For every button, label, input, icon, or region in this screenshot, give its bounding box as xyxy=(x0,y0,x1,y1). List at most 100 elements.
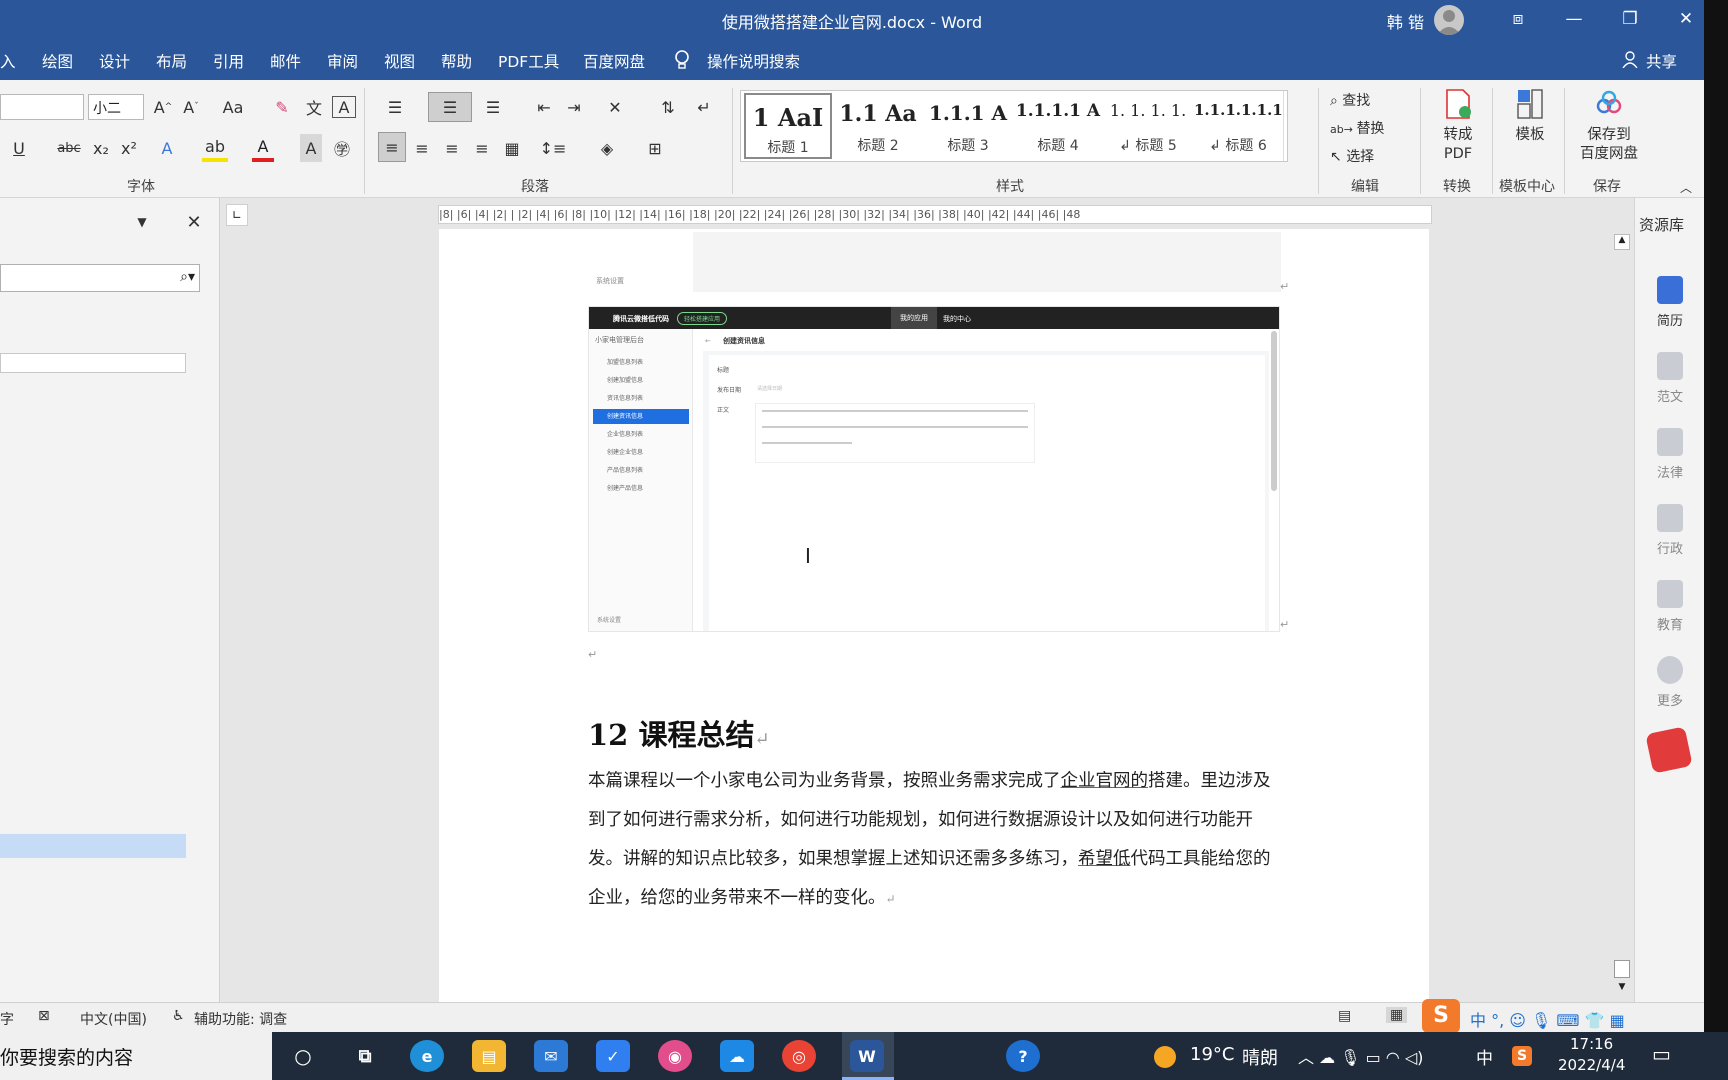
clock-date[interactable]: 2022/4/4 xyxy=(1558,1056,1625,1074)
grow-font-icon[interactable]: A ^ xyxy=(152,94,174,120)
text-effects-icon[interactable]: A xyxy=(156,134,178,162)
font-color-icon[interactable]: A xyxy=(252,134,274,162)
minimize-button[interactable]: — xyxy=(1546,0,1602,38)
clear-formatting-icon[interactable]: ✎ xyxy=(270,94,294,120)
user-avatar[interactable] xyxy=(1434,5,1464,35)
subscript-icon[interactable]: x₂ xyxy=(90,134,112,162)
baidu-netdisk-icon[interactable]: ☁ xyxy=(720,1040,754,1072)
numbering-icon[interactable]: ☰ xyxy=(428,92,472,122)
ribbon-display-options-button[interactable]: ⧈ xyxy=(1490,0,1546,38)
read-mode-icon[interactable]: ▤ xyxy=(1338,1008,1351,1024)
chrome-icon[interactable]: ◎ xyxy=(782,1040,816,1072)
resume-item[interactable]: 简历 xyxy=(1635,276,1705,329)
taskbar-search-box[interactable]: 你要搜索的内容 xyxy=(0,1032,272,1080)
collapse-ribbon-icon[interactable]: ︿ xyxy=(1676,178,1696,196)
education-item[interactable]: 教育 xyxy=(1635,580,1705,633)
justify-icon[interactable]: ≡ xyxy=(470,134,494,162)
nav-heading-item-selected[interactable] xyxy=(0,834,186,858)
underline-icon[interactable]: U xyxy=(8,134,30,162)
tray-icons[interactable]: ︿ ☁ 🎙 ▭ ◠ ◁) xyxy=(1298,1044,1423,1068)
character-border-icon[interactable]: A xyxy=(332,96,356,118)
chinese-layout-icon[interactable]: ✕ xyxy=(600,94,630,120)
tab-insert[interactable]: 入 xyxy=(0,50,16,72)
help-icon[interactable]: ? xyxy=(1006,1040,1040,1072)
share-button[interactable]: 共享 xyxy=(1646,50,1677,72)
notification-icon[interactable]: ▭ xyxy=(1652,1042,1671,1066)
word-count[interactable]: 字 xyxy=(0,1009,14,1029)
word-taskbar-button[interactable]: W xyxy=(842,1032,894,1080)
accessibility-status[interactable]: 辅助功能: 调查 xyxy=(194,1009,287,1029)
select-button[interactable]: ↖ 选择 xyxy=(1330,146,1374,166)
horizontal-ruler[interactable]: |8| |6| |4| |2| | |2| |4| |6| |8| |10| |… xyxy=(438,205,1432,224)
tab-mailings[interactable]: 邮件 xyxy=(270,50,301,72)
tab-references[interactable]: 引用 xyxy=(213,50,244,72)
nav-search-input[interactable]: ⌕▾ xyxy=(0,264,200,292)
convert-pdf-button[interactable]: 转成 PDF xyxy=(1430,88,1486,164)
style-heading-5[interactable]: 1. 1. 1. 1. ↲ 标题 5 xyxy=(1104,93,1192,159)
tab-view[interactable]: 视图 xyxy=(384,50,415,72)
font-name-dropdown[interactable] xyxy=(0,94,84,120)
style-heading-6[interactable]: 1.1.1.1.1.1 ↲ 标题 6 xyxy=(1194,93,1282,159)
user-name[interactable]: 韩 锴 xyxy=(1387,9,1424,33)
tell-me-search[interactable]: 操作说明搜索 xyxy=(707,50,800,72)
body-paragraph[interactable]: 本篇课程以一个小家电公司为业务背景，按照业务需求完成了企业官网的搭建。里边涉及到… xyxy=(588,762,1278,919)
maximize-button[interactable]: ❐ xyxy=(1602,0,1658,38)
change-case-icon[interactable]: Aa xyxy=(218,94,248,120)
styles-scroll-icon[interactable] xyxy=(1283,91,1287,161)
print-layout-icon[interactable]: ▦ xyxy=(1386,1007,1408,1023)
highlight-color-icon[interactable]: ab xyxy=(202,134,228,162)
weather-temperature[interactable]: 19°C xyxy=(1190,1044,1234,1065)
save-to-baidu-button[interactable]: 保存到 百度网盘 xyxy=(1570,88,1648,164)
language-indicator[interactable]: 中文(中国) xyxy=(80,1009,147,1029)
bullets-icon[interactable]: ☰ xyxy=(380,94,410,120)
colorful-app-icon[interactable]: ◉ xyxy=(658,1040,692,1072)
style-heading-4[interactable]: 1.1.1.1 A 标题 4 xyxy=(1014,93,1102,159)
shading-icon[interactable]: ◈ xyxy=(594,134,620,162)
edge-icon[interactable]: e xyxy=(410,1040,444,1072)
weather-description[interactable]: 晴朗 xyxy=(1242,1044,1278,1070)
nav-heading-item[interactable] xyxy=(0,353,186,373)
embedded-screenshot[interactable]: 腾讯云微搭低代码 轻松搭建应用 我的应用 我的中心 小家电管理后台 加盟信息列表… xyxy=(588,306,1280,632)
resource-library-title[interactable]: 资源库 xyxy=(1639,214,1684,235)
sogou-ime-icon[interactable]: S xyxy=(1422,999,1460,1033)
scroll-up-icon[interactable]: ▲ xyxy=(1614,234,1630,250)
tab-draw[interactable]: 绘图 xyxy=(42,50,73,72)
show-marks-icon[interactable]: ↵ xyxy=(692,94,716,120)
distributed-icon[interactable]: ▦ xyxy=(500,134,524,162)
vertical-scrollbar[interactable]: ▲ ▼ xyxy=(1610,230,1634,1002)
line-spacing-icon[interactable]: ↕≡ xyxy=(538,134,568,162)
style-heading-2[interactable]: 1.1 Aa 标题 2 xyxy=(834,93,922,159)
more-item[interactable]: 更多 xyxy=(1635,656,1705,709)
sogou-tray-icon[interactable]: S xyxy=(1512,1046,1532,1066)
align-left-icon[interactable]: ≡ xyxy=(378,132,406,162)
task-view-icon[interactable]: ⧉ xyxy=(348,1040,382,1072)
strikethrough-icon[interactable]: abc xyxy=(56,134,82,162)
align-right-icon[interactable]: ≡ xyxy=(440,134,464,162)
cortana-icon[interactable]: ○ xyxy=(286,1040,320,1072)
tab-baidu-netdisk[interactable]: 百度网盘 xyxy=(583,50,645,72)
character-shading-icon[interactable]: A xyxy=(300,134,322,162)
enclose-characters-icon[interactable]: ㊫ xyxy=(330,134,354,162)
superscript-icon[interactable]: x² xyxy=(118,134,140,162)
clock-time[interactable]: 17:16 xyxy=(1570,1035,1613,1053)
replace-button[interactable]: ab→ 替换 xyxy=(1330,118,1384,138)
shrink-font-icon[interactable]: Aˇ xyxy=(180,94,202,120)
mail-icon[interactable]: ✉ xyxy=(534,1040,568,1072)
tab-selector-icon[interactable]: ∟ xyxy=(226,204,248,226)
style-heading-3[interactable]: 1.1.1 A 标题 3 xyxy=(924,93,1012,159)
ime-indicator[interactable]: 中 xyxy=(1476,1044,1493,1069)
borders-icon[interactable]: ⊞ xyxy=(642,134,668,162)
phonetic-guide-icon[interactable]: 文 xyxy=(302,94,326,120)
tab-review[interactable]: 审阅 xyxy=(327,50,358,72)
multilevel-list-icon[interactable]: ☰ xyxy=(478,94,508,120)
administration-item[interactable]: 行政 xyxy=(1635,504,1705,557)
red-envelope-icon[interactable] xyxy=(1645,726,1693,774)
increase-indent-icon[interactable]: ⇥ xyxy=(562,94,586,120)
align-center-icon[interactable]: ≡ xyxy=(410,134,434,162)
find-button[interactable]: ⌕ 查找 xyxy=(1330,90,1370,110)
decrease-indent-icon[interactable]: ⇤ xyxy=(532,94,556,120)
law-item[interactable]: 法律 xyxy=(1635,428,1705,481)
template-button[interactable]: 模板 xyxy=(1500,88,1560,145)
search-icon[interactable]: ⌕▾ xyxy=(180,269,195,285)
scroll-down-icon[interactable]: ▼ xyxy=(1614,982,1630,998)
